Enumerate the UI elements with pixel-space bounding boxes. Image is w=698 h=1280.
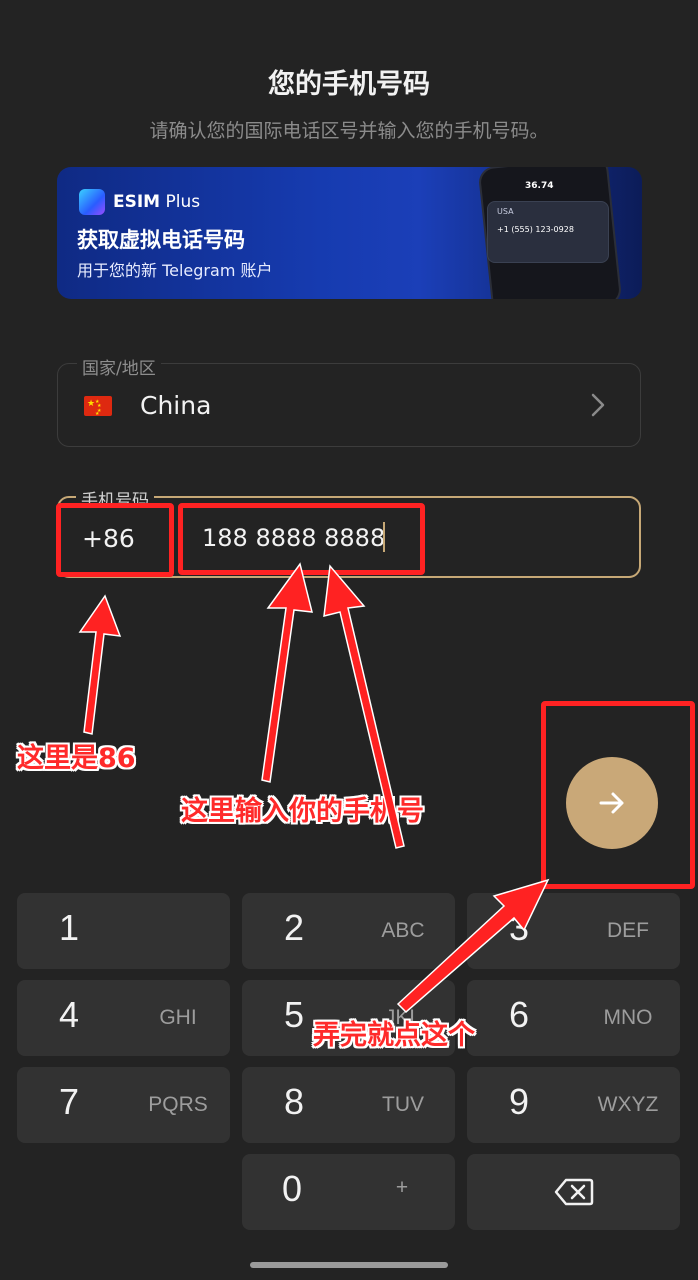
banner-headline: 获取虚拟电话号码 — [77, 228, 245, 252]
backspace-icon — [467, 1154, 680, 1230]
country-value: China — [140, 391, 212, 420]
arrow-to-phone-left — [261, 562, 313, 783]
esim-plus-banner[interactable]: ESIM Plus 获取虚拟电话号码 用于您的新 Telegram 账户 36.… — [57, 167, 642, 299]
annotation-country-code: 这里是86 — [17, 743, 136, 774]
mock-balance: 36.74 — [525, 181, 554, 191]
highlight-next-button — [541, 701, 695, 889]
esim-logo-icon — [79, 189, 105, 215]
page-title: 您的手机号码 — [268, 69, 430, 100]
home-indicator[interactable] — [250, 1262, 448, 1268]
annotation-phone-number: 这里输入你的手机号 — [181, 796, 424, 827]
chevron-right-icon — [590, 391, 606, 426]
key-9[interactable]: 9 WXYZ — [467, 1067, 680, 1143]
annotation-next-button: 弄完就点这个 — [313, 1020, 475, 1051]
china-flag-icon: ★ ★ ★ ★ ★ — [84, 396, 112, 416]
key-0[interactable]: 0 + — [242, 1154, 455, 1230]
key-1[interactable]: 1 — [17, 893, 230, 969]
highlight-country-code — [56, 503, 174, 577]
banner-brand: ESIM Plus — [113, 192, 201, 212]
key-6[interactable]: 6 MNO — [467, 980, 680, 1056]
key-4[interactable]: 4 GHI — [17, 980, 230, 1056]
page-subtitle: 请确认您的国际电话区号并输入您的手机号码。 — [149, 120, 549, 142]
arrow-to-country-code — [78, 594, 122, 735]
banner-subline: 用于您的新 Telegram 账户 — [77, 261, 273, 280]
key-7[interactable]: 7 PQRS — [17, 1067, 230, 1143]
mock-country: USA — [497, 207, 514, 216]
backspace-key[interactable] — [467, 1154, 680, 1230]
key-3[interactable]: 3 DEF — [467, 893, 680, 969]
key-2[interactable]: 2 ABC — [242, 893, 455, 969]
highlight-phone-number — [178, 503, 425, 575]
key-8[interactable]: 8 TUV — [242, 1067, 455, 1143]
mock-number: +1 (555) 123-0928 — [497, 225, 574, 234]
country-label: 国家/地区 — [77, 354, 161, 379]
